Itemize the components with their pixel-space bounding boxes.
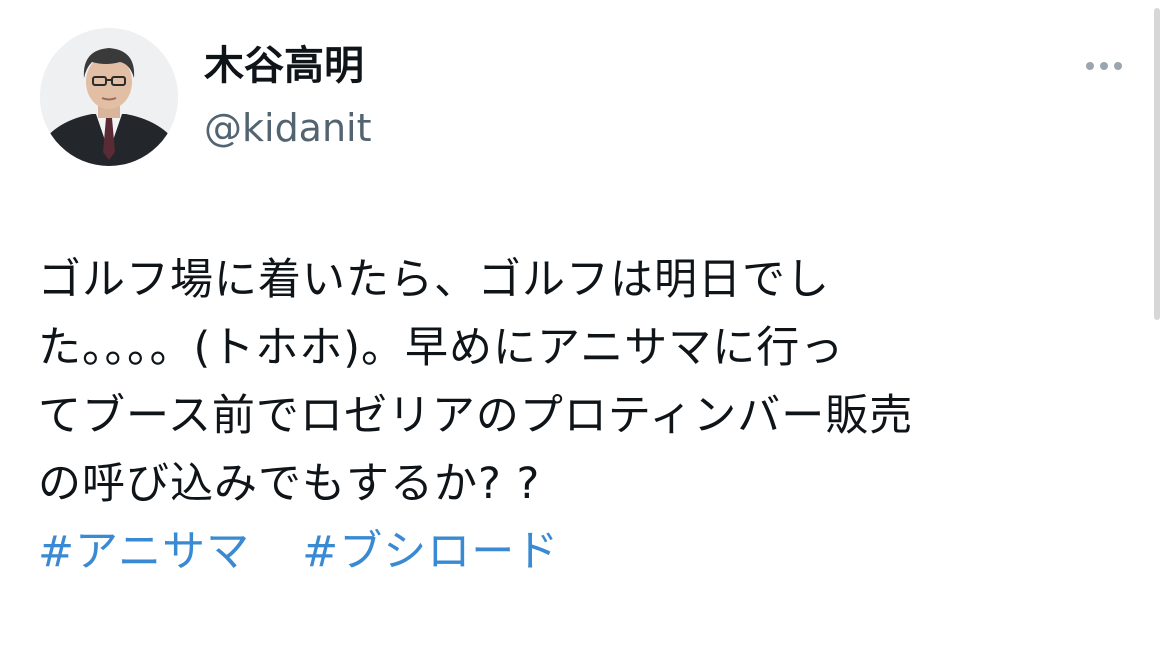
author-handle[interactable]: @kidanit: [204, 100, 372, 156]
tweet-text-line: の呼び込みでもするか? ?: [38, 459, 541, 509]
tweet-text: ゴルフ場に着いたら、ゴルフは明日でし た。。。。(トホホ)。早めにアニサマに行っ…: [38, 246, 1128, 586]
profile-photo: [40, 28, 178, 166]
tweet-text-line: た。。。。(トホホ)。早めにアニサマに行っ: [38, 323, 845, 373]
ellipsis-icon: [1086, 62, 1094, 70]
more-options-button[interactable]: [1080, 48, 1128, 84]
ellipsis-icon: [1114, 62, 1122, 70]
hashtag-link[interactable]: #ブシロード: [302, 527, 559, 577]
hashtag-link[interactable]: #アニサマ: [38, 527, 250, 577]
scrollbar[interactable]: [1154, 8, 1160, 320]
author-display-name[interactable]: 木谷高明: [204, 38, 364, 94]
tweet-text-line: てブース前でロゼリアのプロティンバー販売: [38, 391, 914, 441]
tweet-text-line: ゴルフ場に着いたら、ゴルフは明日でし: [38, 255, 830, 305]
hashtag-row: #アニサマ #ブシロード: [38, 518, 1128, 586]
avatar[interactable]: [40, 28, 178, 166]
ellipsis-icon: [1100, 62, 1108, 70]
